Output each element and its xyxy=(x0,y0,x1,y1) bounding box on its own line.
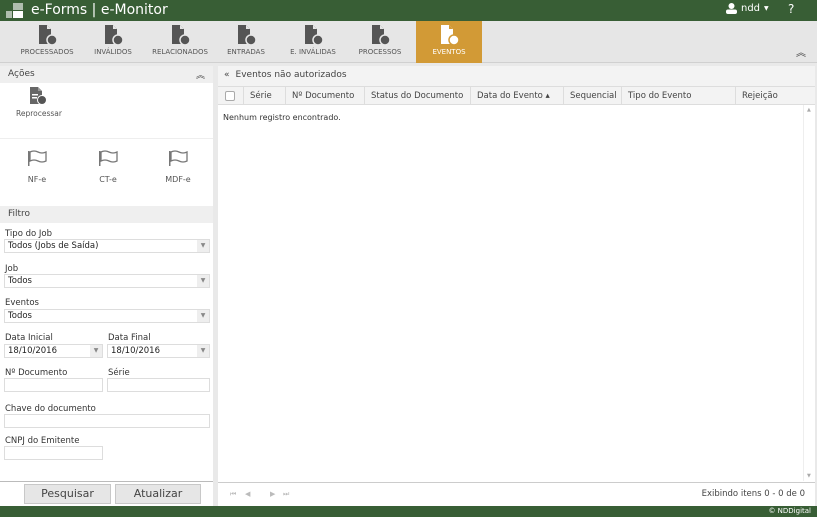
tipo-job-select[interactable]: Todos (Jobs de Saída) ▼ xyxy=(4,239,210,253)
job-label: Job xyxy=(5,264,19,274)
dropdown-arrow-icon: ▼ xyxy=(197,275,209,287)
cnpj-label: CNPJ do Emitente xyxy=(5,436,80,446)
user-icon xyxy=(726,3,737,14)
scroll-down-icon: ▼ xyxy=(807,473,811,479)
expand-panel-icon[interactable]: « xyxy=(224,70,230,80)
user-menu[interactable]: ndd ▼ xyxy=(726,3,769,14)
reprocessar-label: Reprocessar xyxy=(16,109,62,118)
doc-clip-icon xyxy=(172,25,191,46)
column-header[interactable]: Nº Documento xyxy=(285,87,364,105)
column-header[interactable]: Status do Documento xyxy=(364,87,470,105)
collapse-toolbar-icon[interactable]: ︽ xyxy=(796,44,806,59)
cnpj-input[interactable] xyxy=(4,446,103,460)
tab-e-inválidas[interactable]: E. INVÁLIDAS xyxy=(280,21,346,63)
doc-refresh-icon xyxy=(30,87,47,105)
filtro-title: Filtro xyxy=(8,209,31,219)
calendar-dropdown-icon: ▼ xyxy=(197,345,209,357)
column-header[interactable]: Sequencial xyxy=(563,87,621,105)
filtro-header: Filtro xyxy=(0,206,213,223)
app-header: e-Forms | e-Monitor ndd ▼ ? xyxy=(0,0,817,21)
next-page-icon[interactable]: ▶ xyxy=(270,490,275,498)
prev-page-icon[interactable]: ◀ xyxy=(245,490,250,498)
grid-title-bar: « Eventos não autorizados xyxy=(218,66,815,86)
pager: ⏮ ◀ ▶ ⏭ Exibindo itens 0 - 0 de 0 xyxy=(218,482,815,506)
doc-up-x-icon xyxy=(105,25,124,46)
vertical-scrollbar[interactable]: ▲ ▼ xyxy=(803,105,815,481)
collapse-acoes-icon[interactable]: ︽ xyxy=(196,68,205,81)
eventos-select[interactable]: Todos ▼ xyxy=(4,309,210,323)
doc-down-check-icon xyxy=(238,25,257,46)
acoes-header: Ações ︽ xyxy=(0,66,213,83)
serie-label: Série xyxy=(108,368,130,378)
flag-nf-e[interactable]: NF-e xyxy=(17,150,57,184)
tab-processos[interactable]: PROCESSOS xyxy=(347,21,413,63)
column-header[interactable]: Data do Evento ▴ xyxy=(470,87,563,105)
flag-ct-e[interactable]: CT-e xyxy=(88,150,128,184)
grid-title: Eventos não autorizados xyxy=(235,70,347,80)
doc-down-x-icon xyxy=(305,25,324,46)
tab-eventos[interactable]: EVENTOS xyxy=(416,21,482,63)
atualizar-button[interactable]: Atualizar xyxy=(115,484,201,504)
select-all-checkbox[interactable] xyxy=(225,91,235,101)
footer: © NDDigital xyxy=(0,506,817,517)
tab-entradas[interactable]: ENTRADAS xyxy=(213,21,279,63)
chave-input[interactable] xyxy=(4,414,210,428)
first-page-icon[interactable]: ⏮ xyxy=(230,490,236,499)
last-page-icon[interactable]: ⏭ xyxy=(283,490,289,499)
empty-message: Nenhum registro encontrado. xyxy=(223,113,341,122)
doc-gear-icon xyxy=(372,25,391,46)
data-final-label: Data Final xyxy=(108,333,151,343)
flag-icon xyxy=(28,150,47,166)
documento-label: Nº Documento xyxy=(5,368,68,378)
chave-label: Chave do documento xyxy=(5,404,96,414)
dropdown-arrow-icon: ▼ xyxy=(197,310,209,322)
acoes-title: Ações xyxy=(8,69,35,79)
tab-processados[interactable]: PROCESSADOS xyxy=(14,21,80,63)
eventos-label: Eventos xyxy=(5,298,39,308)
data-final-input[interactable]: 18/10/2016 ▼ xyxy=(107,344,210,358)
tab-relacionados[interactable]: RELACIONADOS xyxy=(147,21,213,63)
pager-info: Exibindo itens 0 - 0 de 0 xyxy=(701,489,805,499)
logo xyxy=(6,3,24,19)
doc-up-check-icon xyxy=(39,25,58,46)
column-header[interactable]: Tipo do Evento xyxy=(621,87,735,105)
chevron-down-icon: ▼ xyxy=(764,5,769,12)
documento-input[interactable] xyxy=(4,378,103,392)
main-toolbar: PROCESSADOS INVÁLIDOS RELACIONADOS ENTRADAS… xyxy=(0,21,817,63)
doc-event-icon xyxy=(441,25,460,46)
flag-mdf-e[interactable]: MDF-e xyxy=(158,150,198,184)
data-inicial-input[interactable]: 18/10/2016 ▼ xyxy=(4,344,103,358)
flag-icon xyxy=(99,150,118,166)
tipo-job-label: Tipo do Job xyxy=(5,229,52,239)
calendar-dropdown-icon: ▼ xyxy=(90,345,102,357)
reprocessar-button[interactable]: Reprocessar xyxy=(16,86,62,118)
data-inicial-label: Data Inicial xyxy=(5,333,53,343)
scroll-up-icon: ▲ xyxy=(807,107,811,113)
column-header[interactable]: Rejeição xyxy=(735,87,803,105)
tab-inválidos[interactable]: INVÁLIDOS xyxy=(80,21,146,63)
grid-panel xyxy=(218,66,815,506)
grid-header: Série Nº Documento Status do Documento Data… xyxy=(218,86,815,105)
flag-icon xyxy=(169,150,188,166)
app-title: e-Forms | e-Monitor xyxy=(31,2,168,18)
pesquisar-button[interactable]: Pesquisar xyxy=(24,484,111,504)
user-name: ndd xyxy=(741,3,761,14)
serie-input[interactable] xyxy=(107,378,210,392)
help-button[interactable]: ? xyxy=(788,2,794,16)
column-header[interactable]: Série xyxy=(243,87,285,105)
dropdown-arrow-icon: ▼ xyxy=(197,240,209,252)
job-select[interactable]: Todos ▼ xyxy=(4,274,210,288)
